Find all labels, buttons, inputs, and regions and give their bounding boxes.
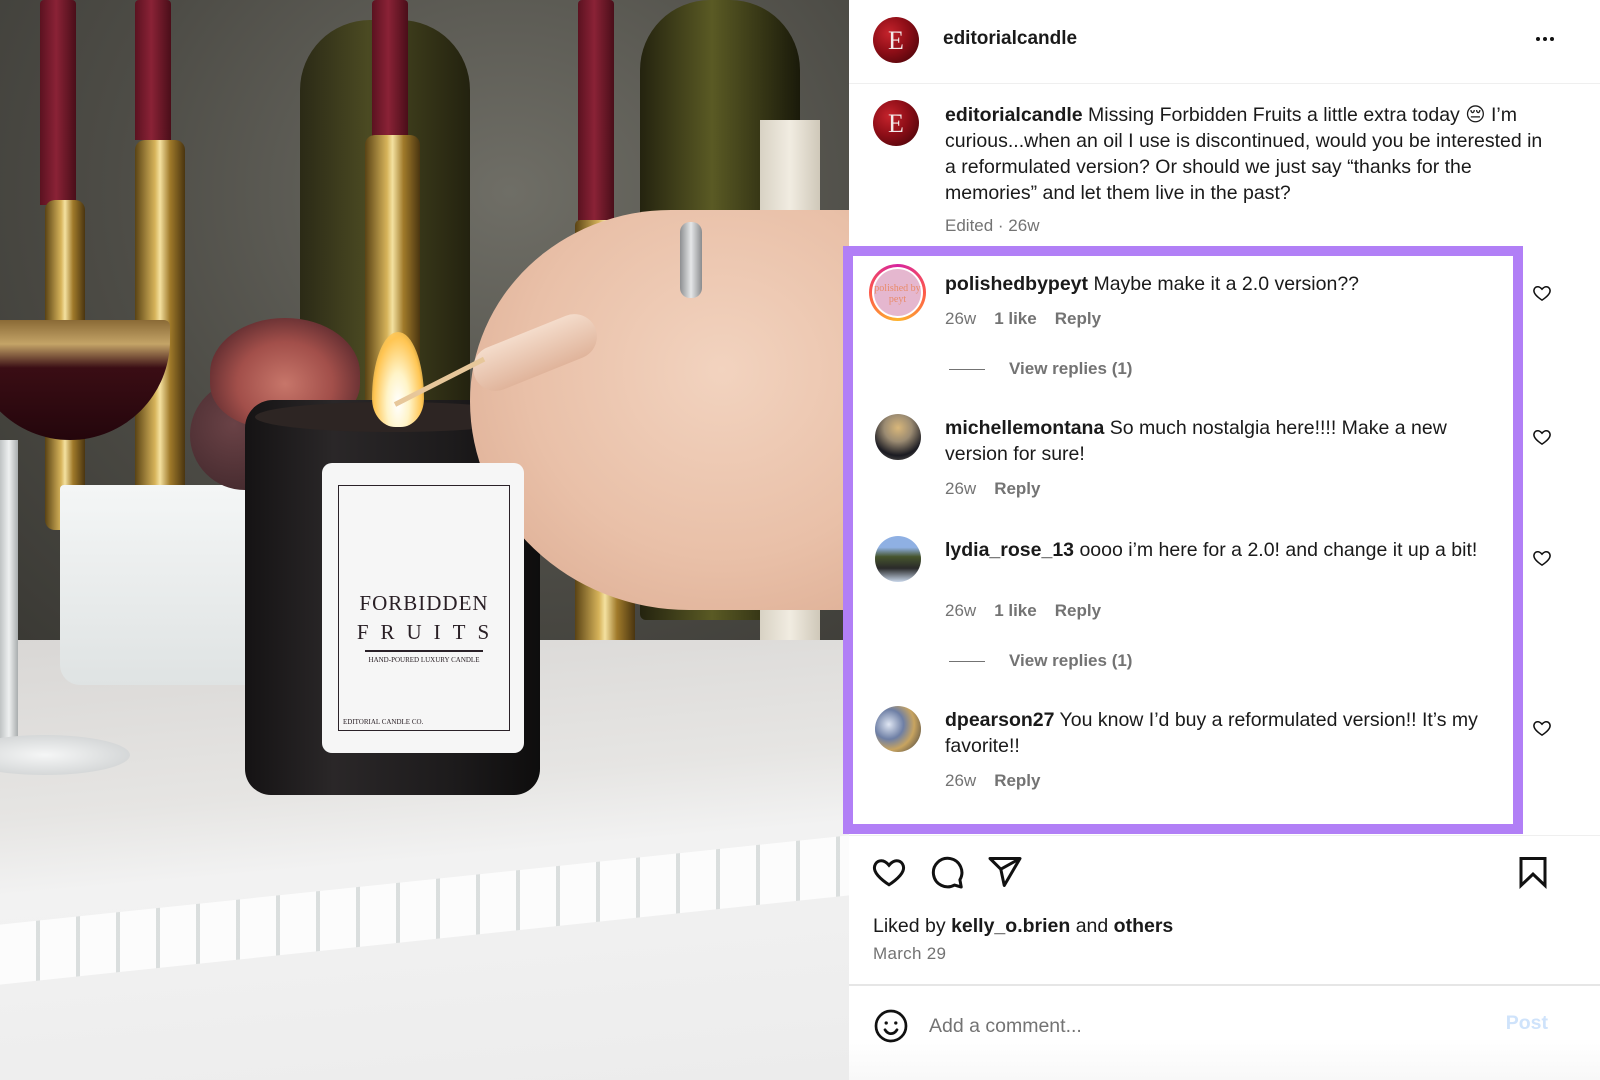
photo-glass-stem	[0, 440, 18, 740]
comment-bubble-icon[interactable]	[929, 854, 965, 890]
avatar-letter: E	[888, 109, 904, 138]
photo-bowl	[60, 485, 270, 685]
comment-body: oooo i’m here for a 2.0! and change it u…	[1079, 539, 1478, 561]
comment-age: 26w	[945, 771, 977, 790]
comment-username[interactable]: michellemontana	[945, 417, 1104, 439]
comment-username[interactable]: lydia_rose_13	[945, 539, 1074, 561]
candle-label-subtitle: HAND-POURED LUXURY CANDLE	[368, 656, 480, 664]
reply-button[interactable]: Reply	[994, 479, 1040, 499]
comment-avatar[interactable]	[875, 706, 921, 752]
avatar-logo-text: polished by peyt	[874, 269, 921, 316]
smiley-icon[interactable]	[873, 1008, 909, 1044]
post-comment-button[interactable]: Post	[1506, 1012, 1548, 1035]
candle-label-brand: EDITORIAL CANDLE CO.	[343, 718, 424, 726]
liked-by-prefix: Liked by	[873, 915, 946, 937]
comment-text: michellemontana So much nostalgia here!!…	[945, 415, 1505, 467]
photo-taper-candle	[135, 0, 171, 140]
candle-label-frame: FORBIDDEN FRUITS HAND-POURED LUXURY CAND…	[338, 485, 510, 731]
comment-avatar[interactable]	[875, 536, 921, 582]
caption-text: editorialcandle Missing Forbidden Fruits…	[945, 102, 1545, 206]
photo-taper-candle	[40, 0, 76, 205]
caption-avatar[interactable]: E	[873, 100, 919, 146]
liked-by-summary: Liked by kelly_o.brien and others	[873, 915, 1173, 938]
candle-label-line1: FORBIDDEN	[359, 591, 489, 615]
reply-button[interactable]: Reply	[1055, 309, 1101, 329]
comment-likes-count[interactable]: 1 like	[994, 309, 1037, 329]
comment-composer: Post	[849, 984, 1600, 1080]
reply-button[interactable]: Reply	[994, 771, 1040, 791]
caption-meta: Edited · 26w	[945, 216, 1040, 235]
photo-taper-candle	[578, 0, 614, 225]
comment-age: 26w	[945, 601, 977, 620]
liked-by-user-link[interactable]: kelly_o.brien	[951, 915, 1070, 937]
comment-username[interactable]: polishedbypeyt	[945, 273, 1088, 295]
comment-avatar[interactable]: polished by peyt	[869, 264, 926, 321]
more-options-button[interactable]	[1528, 22, 1562, 56]
comment-meta: 26w Reply	[945, 771, 1040, 791]
view-replies-button[interactable]: View replies (1)	[949, 359, 1132, 379]
view-replies-label: View replies (1)	[1009, 651, 1133, 670]
candle-label-rule	[365, 650, 483, 652]
candle-label-title: FORBIDDEN FRUITS	[339, 591, 509, 645]
photo-taper-candle	[372, 0, 408, 140]
comment-meta: 26w 1 like Reply	[945, 309, 1101, 329]
post-actions: Liked by kelly_o.brien and others March …	[849, 835, 1600, 995]
heart-icon[interactable]	[1532, 548, 1552, 568]
photo-ring	[680, 222, 702, 298]
paper-plane-icon[interactable]	[987, 854, 1023, 890]
add-comment-input[interactable]	[929, 1006, 1489, 1046]
comment-avatar[interactable]	[875, 414, 921, 460]
post-photo[interactable]: FORBIDDEN FRUITS HAND-POURED LUXURY CAND…	[0, 0, 849, 1080]
comment-likes-count[interactable]: 1 like	[994, 601, 1037, 621]
liked-by-others-link[interactable]: others	[1114, 915, 1174, 937]
post-date[interactable]: March 29	[873, 944, 946, 964]
comment-age: 26w	[945, 309, 977, 328]
heart-icon[interactable]	[1532, 283, 1552, 303]
comment-meta: 26w Reply	[945, 479, 1040, 499]
comment-meta: 26w 1 like Reply	[945, 601, 1101, 621]
candle-label-line2: FRUITS	[356, 620, 502, 644]
view-replies-label: View replies (1)	[1009, 359, 1133, 378]
comment-text: dpearson27 You know I’d buy a reformulat…	[945, 707, 1505, 759]
replies-dash	[949, 660, 985, 662]
view-replies-button[interactable]: View replies (1)	[949, 651, 1132, 671]
more-horizontal-icon	[1536, 37, 1554, 41]
comment-age: 26w	[945, 479, 977, 498]
liked-by-conjunction: and	[1075, 915, 1109, 937]
avatar[interactable]: E	[873, 17, 919, 63]
avatar-letter: E	[888, 26, 904, 55]
comment-text: lydia_rose_13 oooo i’m here for a 2.0! a…	[945, 537, 1505, 563]
heart-icon[interactable]	[1532, 427, 1552, 447]
caption-username[interactable]: editorialcandle	[945, 104, 1083, 126]
candle-label: FORBIDDEN FRUITS HAND-POURED LUXURY CAND…	[322, 463, 524, 753]
comment-username[interactable]: dpearson27	[945, 709, 1054, 731]
replies-dash	[949, 368, 985, 370]
heart-icon[interactable]	[871, 854, 907, 890]
heart-icon[interactable]	[1532, 718, 1552, 738]
comment-text: polishedbypeyt Maybe make it a 2.0 versi…	[945, 271, 1505, 297]
reply-button[interactable]: Reply	[1055, 601, 1101, 621]
post-details-panel: E editorialcandle E editorialcandle Miss…	[849, 0, 1600, 1080]
bookmark-icon[interactable]	[1515, 854, 1551, 890]
post-header: E editorialcandle	[849, 0, 1600, 84]
comment-body: Maybe make it a 2.0 version??	[1093, 273, 1360, 295]
header-username[interactable]: editorialcandle	[943, 28, 1077, 50]
